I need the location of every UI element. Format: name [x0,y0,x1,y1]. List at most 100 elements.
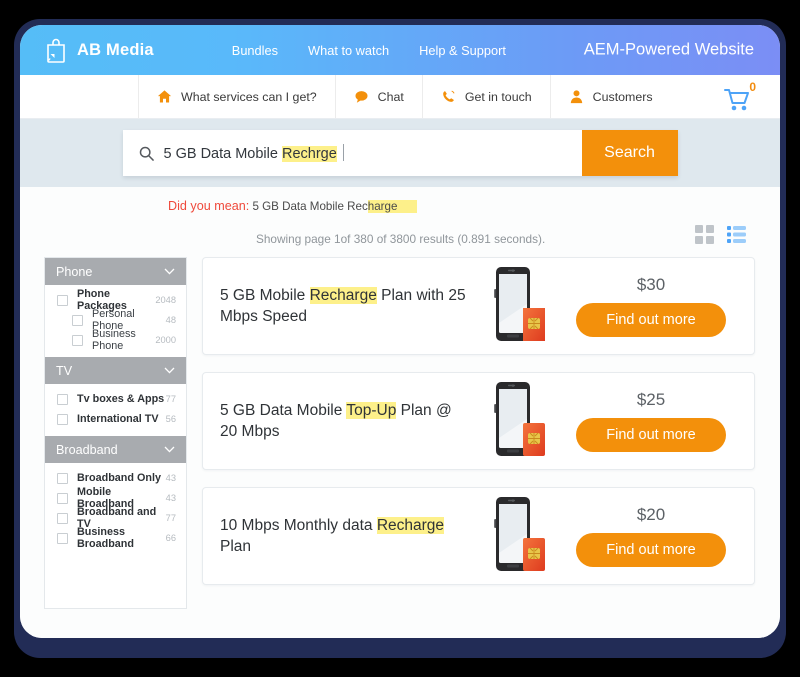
title-part: Plan [220,538,252,555]
search-button[interactable]: Search [581,130,678,176]
result-price: $20 [636,505,666,524]
find-out-more-button[interactable]: Find out more [576,418,726,452]
result-price: $30 [636,275,666,294]
facet-header-phone[interactable]: Phone [45,258,186,285]
suggestion-highlight-pad [397,200,417,213]
text-caret [342,144,344,161]
result-card[interactable]: 5 GB Mobile Recharge Plan with 25 Mbps S… [202,257,755,355]
search-value-prefix: 5 GB Data Mobile [163,146,282,162]
facet-list-tv: Tv boxes & Apps 77 International TV 56 [45,384,186,436]
title-part-highlight: Recharge [309,286,377,304]
result-card[interactable]: 5 GB Data Mobile Top-Up Plan @ 20 Mbps $… [202,372,755,470]
subnav-item-services[interactable]: What services can I get? [138,75,335,118]
nav-link-help-support[interactable]: Help & Support [419,43,506,58]
checkbox-personal-phone[interactable] [72,314,83,326]
secondary-nav: What services can I get? Chat Get in tou… [20,75,780,119]
facet-row-phone-packages[interactable]: Phone Packages 2048 [45,288,186,312]
checkbox-phone-packages[interactable] [57,294,68,306]
facet-row-mobile-broadband[interactable]: Mobile Broadband 43 [45,486,186,510]
product-image [470,265,566,347]
facet-row-personal-phone[interactable]: Personal Phone 48 [45,308,186,332]
subnav-item-customers[interactable]: Customers [549,75,671,118]
subnav-label-chat: Chat [377,89,404,104]
did-you-mean-label: Did you mean: [168,199,250,213]
list-view-icon[interactable] [727,225,746,244]
grid-view-icon[interactable] [695,225,714,244]
smartphone-with-sim-card-icon [487,265,549,347]
cart-button[interactable]: 0 [718,80,758,115]
result-title: 10 Mbps Monthly data Recharge Plan [220,515,470,558]
facet-row-tv-boxes-apps[interactable]: Tv boxes & Apps 77 [45,389,186,409]
view-toggle [695,225,746,244]
facet-title-phone: Phone [56,264,93,279]
filter-sidebar: Phone Phone Packages 2048 Personal Phone [44,257,187,609]
nav-link-bundles[interactable]: Bundles [232,43,278,58]
checkbox-business-phone[interactable] [72,334,83,346]
checkbox-mobile-broadband[interactable] [57,492,68,504]
search-input-value: 5 GB Data Mobile Rechrge [164,144,344,162]
facet-count: 2048 [155,295,176,305]
subnav-item-get-in-touch[interactable]: Get in touch [421,75,550,118]
cart-count-badge: 0 [749,80,756,94]
result-pricing: $25 Find out more [566,390,736,452]
facet-row-broadband-only[interactable]: Broadband Only 43 [45,468,186,488]
result-title: 5 GB Data Mobile Top-Up Plan @ 20 Mbps [220,400,470,443]
chevron-down-icon [164,268,175,275]
result-title: 5 GB Mobile Recharge Plan with 25 Mbps S… [220,285,470,328]
checkbox-international-tv[interactable] [57,413,68,425]
brand-name: AB Media [77,40,154,59]
facet-header-broadband[interactable]: Broadband [45,436,186,463]
search-box: 5 GB Data Mobile Rechrge Search [122,130,678,176]
facet-label: Business Phone [92,328,136,352]
find-out-more-button[interactable]: Find out more [576,303,726,337]
title-part: 5 GB Mobile [220,286,310,304]
content-area: Did you mean: 5 GB Data Mobile Recharge … [20,187,780,638]
user-icon [569,89,584,104]
site-header: AB Media Bundles What to watch Help & Su… [20,25,780,75]
device-frame: AB Media Bundles What to watch Help & Su… [14,19,786,658]
facet-row-broadband-and-tv[interactable]: Broadband and TV 77 [45,506,186,530]
nav-link-what-to-watch[interactable]: What to watch [308,43,389,58]
checkbox-tv-boxes-apps[interactable] [57,393,68,405]
primary-nav: Bundles What to watch Help & Support [232,43,506,58]
product-image [470,495,566,577]
result-pricing: $30 Find out more [566,275,736,337]
chevron-down-icon [164,367,175,374]
subnav-label-customers: Customers [592,89,653,104]
did-you-mean-suggestion[interactable]: 5 GB Data Mobile Recharge [252,200,417,213]
shopping-cart-icon [718,89,758,119]
browser-screen: AB Media Bundles What to watch Help & Su… [20,25,780,638]
subnav-label-services: What services can I get? [181,89,317,104]
subnav-label-get-in-touch: Get in touch [464,89,532,104]
find-out-more-button[interactable]: Find out more [576,533,726,567]
home-icon [157,89,172,104]
result-price: $25 [636,390,666,409]
results-info: Showing page 1of 380 of 3800 results (0.… [256,232,546,246]
facet-row-business-broadband[interactable]: Business Broadband 66 [45,526,186,550]
phone-icon [441,89,456,104]
checkbox-business-broadband[interactable] [57,532,68,544]
title-part: 5 GB Data Mobile [220,401,347,419]
subnav-spacer [20,75,138,118]
smartphone-with-sim-card-icon [487,380,549,462]
product-image [470,380,566,462]
title-part: 10 Mbps Monthly data [220,516,377,534]
result-card[interactable]: 10 Mbps Monthly data Recharge Plan $20 F… [202,487,755,585]
facet-row-international-tv[interactable]: International TV 56 [45,409,186,429]
search-input[interactable]: 5 GB Data Mobile Rechrge [122,130,582,176]
facet-count: 2000 [155,335,176,345]
did-you-mean: Did you mean: 5 GB Data Mobile Recharge [20,187,780,213]
facet-count: 43 [165,473,176,483]
suggestion-prefix: 5 GB Data Mobile Rec [252,200,368,213]
facet-row-business-phone[interactable]: Business Phone 2000 [45,328,186,352]
brand-logo[interactable]: AB Media [44,37,154,63]
result-pricing: $20 Find out more [566,505,736,567]
facet-count: 48 [165,315,176,325]
facet-header-tv[interactable]: TV [45,357,186,384]
content-columns: Phone Phone Packages 2048 Personal Phone [20,257,780,638]
checkbox-broadband-and-tv[interactable] [57,512,68,524]
checkbox-broadband-only[interactable] [57,472,68,484]
facet-title-tv: TV [56,363,73,378]
chevron-down-icon [164,446,175,453]
subnav-item-chat[interactable]: Chat [334,75,422,118]
